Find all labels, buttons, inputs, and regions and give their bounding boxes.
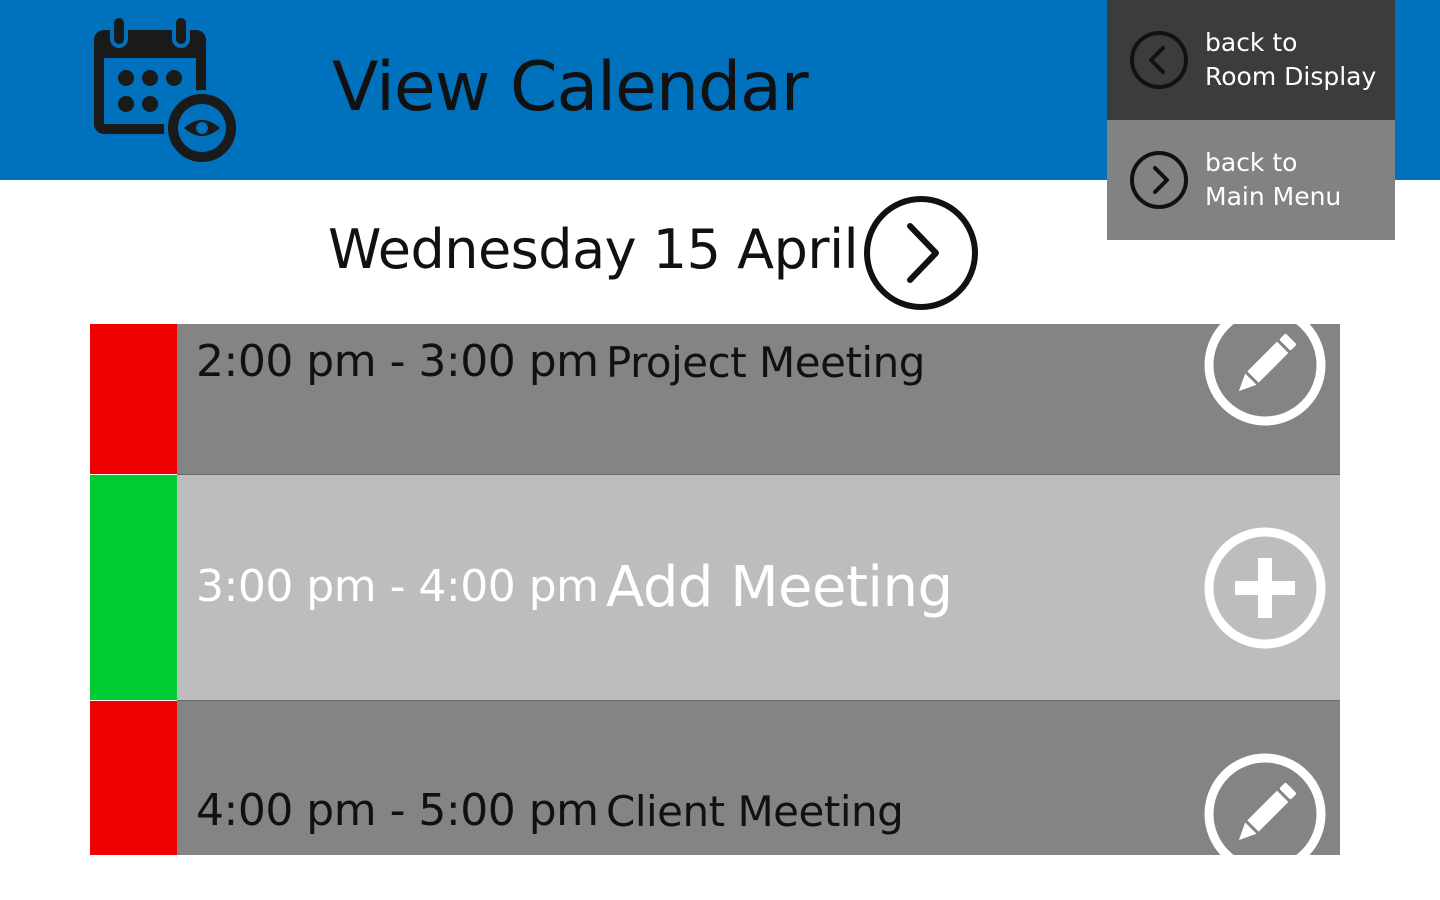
slot-time: 4:00 pm - 5:00 pm (196, 785, 599, 836)
main-menu-label-line1: back to (1205, 148, 1298, 177)
slot-title: Client Meeting (606, 787, 904, 836)
edit-meeting-button[interactable] (1202, 324, 1328, 428)
schedule-list: 2:00 pm - 3:00 pm Project Meeting 3:00 p… (90, 324, 1340, 855)
navigation-panel: back to Room Display back to Main Menu (1107, 0, 1395, 240)
chevron-right-circle-icon (1130, 151, 1188, 209)
back-to-main-menu-button[interactable]: back to Main Menu (1107, 120, 1395, 240)
back-to-room-display-button[interactable]: back to Room Display (1107, 0, 1395, 120)
next-day-button[interactable] (862, 194, 980, 312)
pencil-icon (1238, 334, 1296, 392)
time-slot-booked[interactable]: 2:00 pm - 3:00 pm Project Meeting (90, 324, 1340, 474)
time-slot-available[interactable]: 3:00 pm - 4:00 pm Add Meeting (90, 475, 1340, 700)
main-menu-label: back to Main Menu (1205, 146, 1341, 214)
plus-icon (1235, 558, 1295, 618)
status-bar-booked (90, 701, 177, 855)
chevron-left-circle-icon (1130, 31, 1188, 89)
date-selector: Wednesday 15 April (0, 190, 1100, 320)
slot-time: 3:00 pm - 4:00 pm (196, 561, 599, 612)
calendar-eye-icon (94, 14, 240, 166)
add-meeting-label[interactable]: Add Meeting (606, 555, 953, 620)
slot-time: 2:00 pm - 3:00 pm (196, 336, 599, 387)
pencil-icon (1238, 783, 1296, 841)
main-menu-label-line2: Main Menu (1205, 182, 1342, 211)
room-display-label: back to Room Display (1205, 26, 1376, 94)
slot-title: Project Meeting (606, 338, 925, 387)
status-bar-available (90, 475, 177, 700)
page-title: View Calendar (332, 48, 809, 127)
add-meeting-button[interactable] (1202, 525, 1328, 651)
current-date: Wednesday 15 April (328, 218, 859, 281)
status-bar-booked (90, 324, 177, 474)
edit-meeting-button[interactable] (1202, 751, 1328, 855)
time-slot-booked[interactable]: 4:00 pm - 5:00 pm Client Meeting (90, 701, 1340, 855)
room-display-label-line1: back to (1205, 28, 1298, 57)
room-display-label-line2: Room Display (1205, 62, 1377, 91)
